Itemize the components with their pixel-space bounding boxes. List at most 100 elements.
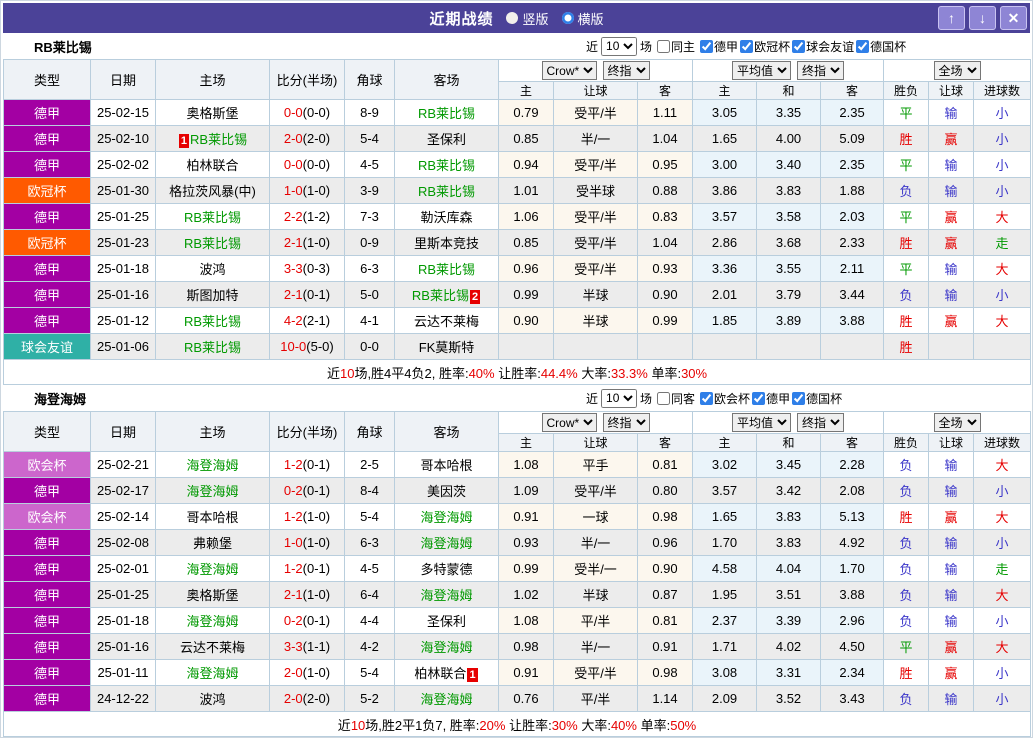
team-link[interactable]: 波鸿 xyxy=(199,262,225,277)
team-link[interactable]: 云达不莱梅 xyxy=(414,314,479,329)
team-link[interactable]: 弗赖堡 xyxy=(193,536,232,551)
team-link[interactable]: 海登海姆 xyxy=(420,536,472,551)
team-link[interactable]: 勒沃库森 xyxy=(420,210,472,225)
team-link[interactable]: RB莱比锡 xyxy=(184,210,241,225)
team-link[interactable]: RB莱比锡 xyxy=(184,236,241,251)
away-team-cell: 柏林联合1 xyxy=(395,660,499,686)
odds-view-select[interactable]: 终指 xyxy=(797,413,844,432)
odds-view-select[interactable]: 终指 xyxy=(797,61,844,80)
team-link[interactable]: 海登海姆 xyxy=(186,458,238,473)
league-filter[interactable]: 德国杯 xyxy=(856,38,906,55)
team-link[interactable]: 柏林联合 xyxy=(186,158,238,173)
avg-draw-cell: 4.04 xyxy=(757,556,821,582)
league-checkbox[interactable] xyxy=(700,40,713,53)
layout-radio-vertical[interactable]: 竖版 xyxy=(506,9,548,28)
team-link[interactable]: RB莱比锡 xyxy=(184,340,241,355)
league-checkbox[interactable] xyxy=(700,392,713,405)
odds-view-select[interactable]: 平均值 xyxy=(732,413,791,432)
venue-filter[interactable]: 同客 xyxy=(657,390,695,407)
matches-select[interactable]: 10 xyxy=(601,389,637,408)
team-link[interactable]: 哥本哈根 xyxy=(420,458,472,473)
layout-radio-horizontal[interactable]: 横版 xyxy=(562,9,604,28)
avg-away-cell xyxy=(821,334,884,360)
league-checkbox[interactable] xyxy=(752,392,765,405)
league-checkbox[interactable] xyxy=(856,40,869,53)
venue-checkbox[interactable] xyxy=(657,40,670,53)
league-filter-label: 德甲 xyxy=(766,390,790,407)
score-cell: 0-0(0-0) xyxy=(270,100,345,126)
team-link[interactable]: RB莱比锡 xyxy=(418,262,475,277)
close-button[interactable]: ✕ xyxy=(1000,6,1027,30)
team-link[interactable]: 海登海姆 xyxy=(186,666,238,681)
date-cell: 25-02-21 xyxy=(91,452,156,478)
team-link[interactable]: RB莱比锡 xyxy=(184,314,241,329)
team-link[interactable]: 多特蒙德 xyxy=(420,562,472,577)
away-team-cell: RB莱比锡 xyxy=(395,256,499,282)
team-link[interactable]: 圣保利 xyxy=(427,614,466,629)
away-team-cell: 勒沃库森 xyxy=(395,204,499,230)
league-filter[interactable]: 德国杯 xyxy=(792,390,842,407)
team-link[interactable]: 波鸿 xyxy=(199,692,225,707)
odds-view-select[interactable]: 平均值 xyxy=(732,61,791,80)
odds-view-select[interactable]: 终指 xyxy=(603,413,650,432)
league-checkbox[interactable] xyxy=(740,40,753,53)
team-link[interactable]: 美因茨 xyxy=(427,484,466,499)
venue-checkbox[interactable] xyxy=(657,392,670,405)
score-cell: 2-0(1-0) xyxy=(270,660,345,686)
team-link[interactable]: 柏林联合 xyxy=(414,666,466,681)
corner-cell: 8-9 xyxy=(345,100,395,126)
team-link[interactable]: 奥格斯堡 xyxy=(186,106,238,121)
team-link[interactable]: 圣保利 xyxy=(427,132,466,147)
team-link[interactable]: RB莱比锡 xyxy=(418,184,475,199)
result-cell: 胜 xyxy=(884,660,929,686)
full-score: 2-0 xyxy=(284,691,303,706)
matches-select[interactable]: 10 xyxy=(601,37,637,56)
move-up-button[interactable]: ↑ xyxy=(938,6,965,30)
team-link[interactable]: 云达不莱梅 xyxy=(180,640,245,655)
odds-view-select[interactable]: Crow* xyxy=(542,61,597,80)
league-filter[interactable]: 欧冠杯 xyxy=(740,38,790,55)
odds-view-select[interactable]: 终指 xyxy=(603,61,650,80)
odds-view-select[interactable]: 全场 xyxy=(934,61,981,80)
full-score: 1-2 xyxy=(284,509,303,524)
league-filter[interactable]: 德甲 xyxy=(700,38,738,55)
avg-home-cell: 1.65 xyxy=(693,126,757,152)
summary-value: 10 xyxy=(351,718,365,733)
team-link[interactable]: 海登海姆 xyxy=(420,510,472,525)
team-link[interactable]: 海登海姆 xyxy=(186,562,238,577)
move-down-button[interactable]: ↓ xyxy=(969,6,996,30)
odds-home-cell xyxy=(499,334,554,360)
team-link[interactable]: 奥格斯堡 xyxy=(186,588,238,603)
team-link[interactable]: RB莱比锡 xyxy=(418,158,475,173)
summary: 近10场,胜4平4负2, 胜率:40% 让胜率:44.4% 大率:33.3% 单… xyxy=(4,360,1031,385)
corner-cell: 5-0 xyxy=(345,282,395,308)
handicap-result-cell: 输 xyxy=(929,686,974,712)
games-label: 场 xyxy=(640,390,652,407)
team-link[interactable]: RB莱比锡 xyxy=(190,132,247,147)
team-link[interactable]: RB莱比锡 xyxy=(412,288,469,303)
team-link[interactable]: RB莱比锡 xyxy=(418,106,475,121)
sub-header: 让球 xyxy=(929,434,974,452)
venue-filter[interactable]: 同主 xyxy=(657,38,695,55)
team-link[interactable]: 海登海姆 xyxy=(186,484,238,499)
sub-header: 让球 xyxy=(929,82,974,100)
team-link[interactable]: FK莫斯特 xyxy=(419,340,475,355)
team-link[interactable]: 海登海姆 xyxy=(420,588,472,603)
team-link[interactable]: 海登海姆 xyxy=(420,640,472,655)
team-link[interactable]: 斯图加特 xyxy=(186,288,238,303)
league-filter[interactable]: 球会友谊 xyxy=(792,38,854,55)
team-link[interactable]: 海登海姆 xyxy=(186,614,238,629)
team-link[interactable]: 里斯本竞技 xyxy=(414,236,479,251)
handicap-result-cell: 输 xyxy=(929,256,974,282)
odds-view-select[interactable]: Crow* xyxy=(542,413,597,432)
odds-view-select[interactable]: 全场 xyxy=(934,413,981,432)
team-link[interactable]: 海登海姆 xyxy=(420,692,472,707)
result-cell: 平 xyxy=(884,634,929,660)
league-checkbox[interactable] xyxy=(792,392,805,405)
league-checkbox[interactable] xyxy=(792,40,805,53)
league-filter[interactable]: 德甲 xyxy=(752,390,790,407)
league-filter[interactable]: 欧会杯 xyxy=(700,390,750,407)
team-link[interactable]: 格拉茨风暴(中) xyxy=(169,184,256,199)
team-link[interactable]: 哥本哈根 xyxy=(186,510,238,525)
col-header-home: 主场 xyxy=(156,412,270,452)
